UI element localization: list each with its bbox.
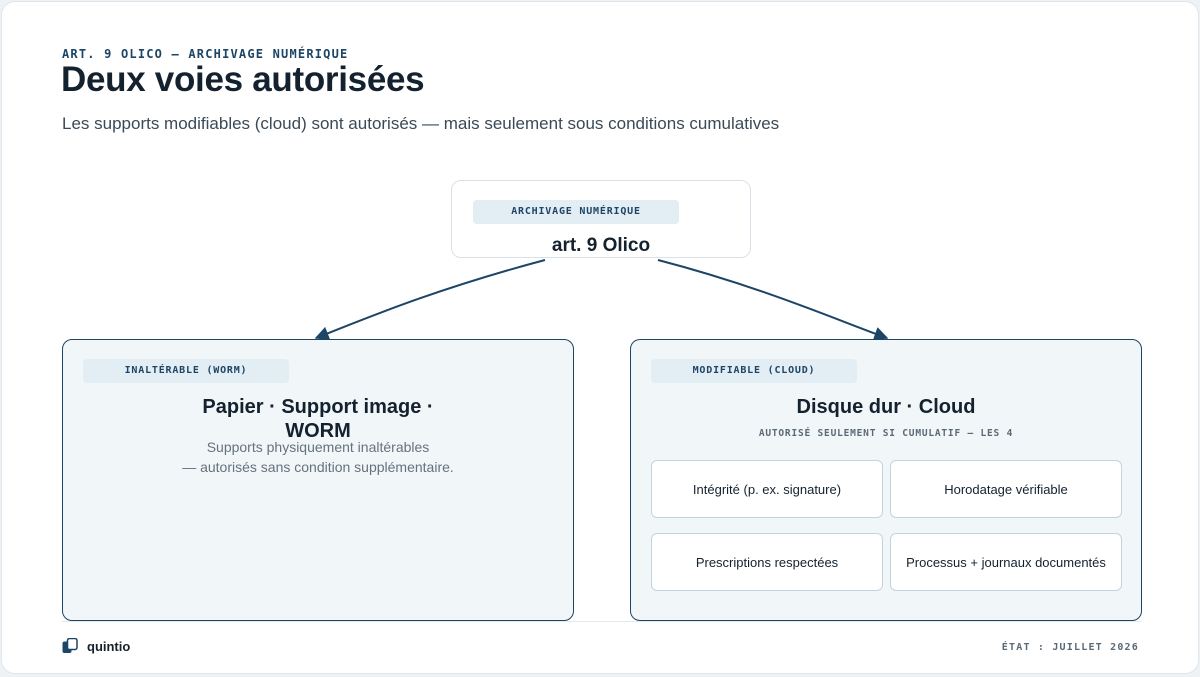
branch-worm-description-line2: — autorisés sans condition supplémentair…: [182, 459, 454, 475]
status-date: ÉTAT : JUILLET 2026: [1001, 642, 1139, 653]
branch-cloud-title: Disque dur · Cloud: [796, 396, 976, 418]
branch-cloud: MODIFIABLE (CLOUD) Disque dur · Cloud AU…: [630, 339, 1142, 621]
root-node: ARCHIVAGE NUMÉRIQUE art. 9 Olico: [451, 180, 751, 258]
root-title: art. 9 Olico: [551, 235, 651, 256]
branch-worm: INALTÉRABLE (WORM) Papier · Support imag…: [62, 339, 574, 621]
footer-divider: [62, 621, 1142, 622]
page-subtitle: Les supports modifiables (cloud) sont au…: [62, 114, 780, 133]
branch-worm-title: Papier · Support image · WORM: [202, 396, 434, 442]
condition-card-processes: Processus + journaux documentés: [890, 533, 1122, 591]
branch-worm-description-line1: Supports physiquement inaltérables: [206, 439, 430, 455]
brand-logo: quintio: [62, 637, 130, 655]
slide: ART. 9 OLICO — ARCHIVAGE NUMÉRIQUE Deux …: [1, 1, 1199, 674]
condition-card-prescriptions: Prescriptions respectées: [651, 533, 883, 591]
branch-cloud-note: AUTORISÉ SEULEMENT SI CUMULATIF — LES 4: [758, 428, 1014, 439]
condition-card-timestamp: Horodatage vérifiable: [890, 460, 1122, 518]
branch-worm-description: Supports physiquement inaltérables — aut…: [63, 437, 573, 477]
condition-card-integrity: Intégrité (p. ex. signature): [651, 460, 883, 518]
arrow-to-left-branch: [314, 259, 546, 340]
eyebrow: ART. 9 OLICO — ARCHIVAGE NUMÉRIQUE: [62, 47, 349, 61]
branch-worm-tag: INALTÉRABLE (WORM): [83, 359, 289, 383]
page-title: Deux voies autorisées: [61, 60, 425, 99]
quintio-logo-icon: [62, 638, 78, 653]
branch-cloud-tag: MODIFIABLE (CLOUD): [651, 359, 857, 383]
root-tag: ARCHIVAGE NUMÉRIQUE: [473, 200, 679, 224]
brand-name: quintio: [87, 638, 131, 654]
arrow-to-right-branch: [657, 259, 889, 341]
